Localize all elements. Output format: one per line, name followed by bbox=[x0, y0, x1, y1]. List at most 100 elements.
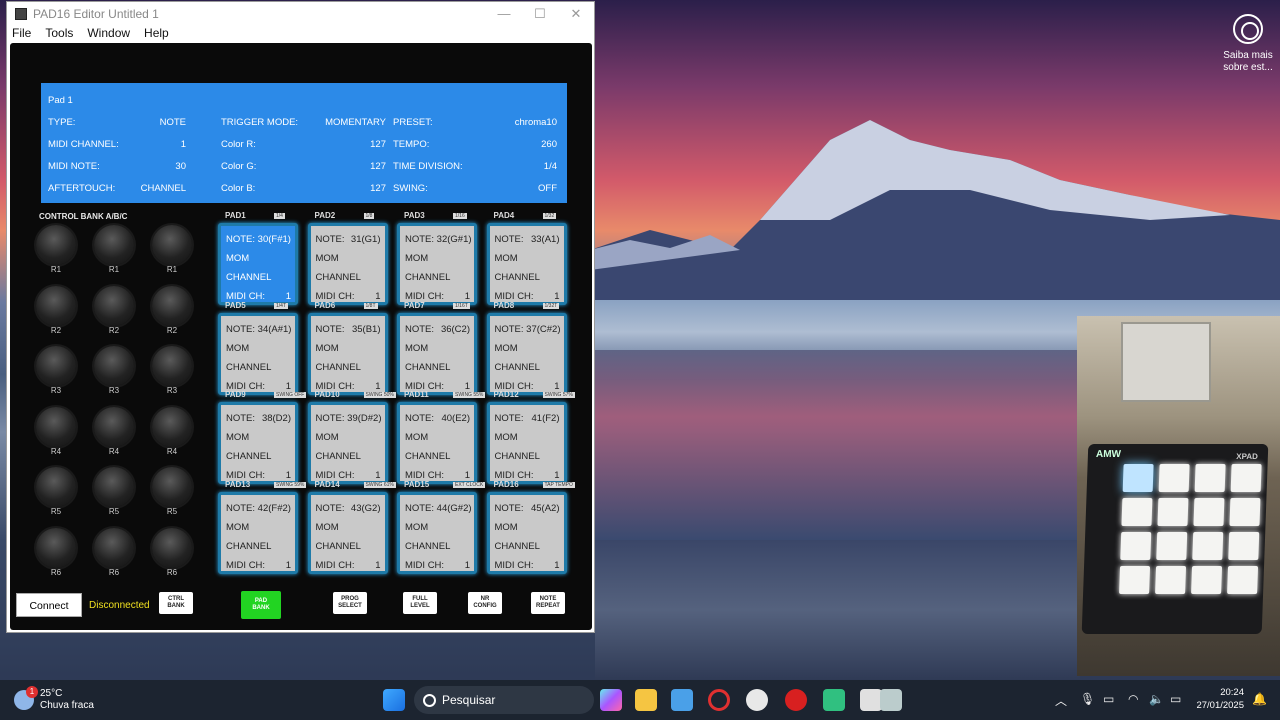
pad-7[interactable]: NOTE: 36(C2) MOM CHANNEL MIDI CH: 1 bbox=[397, 312, 477, 395]
knob-r3[interactable] bbox=[94, 346, 134, 386]
menu-tools[interactable]: Tools bbox=[45, 26, 73, 44]
info-value: chroma10 bbox=[514, 117, 557, 128]
pad-2[interactable]: NOTE: 31(G1) MOM CHANNEL MIDI CH: 1 bbox=[307, 223, 388, 305]
opera-icon[interactable] bbox=[708, 689, 730, 711]
button-ctrl-bank[interactable]: CTRL BANK bbox=[159, 592, 193, 614]
pad-label: PAD2 bbox=[314, 211, 336, 220]
info-key: AFTERTOUCH: bbox=[48, 183, 116, 194]
weather-badge: 1 bbox=[26, 686, 38, 698]
minimize-button[interactable]: — bbox=[486, 6, 522, 22]
calculator-icon[interactable] bbox=[880, 689, 902, 711]
knob-label: R6 bbox=[50, 567, 62, 577]
knob-r1[interactable] bbox=[36, 225, 76, 265]
knob-r1[interactable] bbox=[152, 225, 192, 265]
menu-help[interactable]: Help bbox=[144, 26, 169, 44]
maximize-button[interactable]: ☐ bbox=[522, 6, 558, 22]
notification-bell-icon[interactable]: 🔔 bbox=[1252, 692, 1267, 706]
knob-r4[interactable] bbox=[94, 406, 134, 447]
pad-12[interactable]: NOTE: 41(F2) MOM CHANNEL MIDI CH: 1 bbox=[486, 402, 567, 484]
chevron-up-icon[interactable]: ︿ bbox=[1055, 692, 1067, 709]
pad16-editor-taskbar-icon[interactable] bbox=[860, 689, 882, 711]
pad-midi-ch: MIDI CH: bbox=[315, 559, 355, 571]
knob-r4[interactable] bbox=[36, 406, 76, 447]
pad-15[interactable]: NOTE: 44(G#2) MOM CHANNEL MIDI CH: 1 bbox=[397, 491, 477, 574]
info-key: PRESET: bbox=[393, 117, 433, 128]
pad-5[interactable]: NOTE: 34(A#1) MOM CHANNEL MIDI CH: 1 bbox=[218, 312, 298, 395]
knob-r4[interactable] bbox=[152, 406, 192, 447]
info-value: 127 bbox=[370, 161, 386, 172]
pad-midi-ch-value: 1 bbox=[554, 380, 560, 392]
pad-16[interactable]: NOTE: 45(A2) MOM CHANNEL MIDI CH: 1 bbox=[486, 491, 567, 574]
pad-1[interactable]: NOTE: 30(F#1) MOM CHANNEL MIDI CH: 1 bbox=[218, 223, 298, 305]
battery-icon[interactable]: ▭ bbox=[1170, 692, 1181, 706]
knob-label: R2 bbox=[166, 325, 178, 335]
button-pad-bank[interactable]: PAD BANK bbox=[241, 591, 281, 619]
desktop-widget[interactable]: Saiba mais sobre est... bbox=[1220, 10, 1276, 74]
info-value: 127 bbox=[370, 139, 386, 150]
knob-r5[interactable] bbox=[94, 467, 134, 507]
pad-4[interactable]: NOTE: 33(A1) MOM CHANNEL MIDI CH: 1 bbox=[486, 223, 567, 305]
knob-r2[interactable] bbox=[152, 285, 192, 326]
clock[interactable]: 20:24 27/01/2025 bbox=[1196, 686, 1244, 712]
pad-10[interactable]: NOTE: 39(D#2) MOM CHANNEL MIDI CH: 1 bbox=[307, 402, 388, 484]
pad-11[interactable]: NOTE: 40(E2) MOM CHANNEL MIDI CH: 1 bbox=[397, 402, 477, 484]
knob-r3[interactable] bbox=[36, 346, 76, 386]
pad-mode: MOM bbox=[405, 342, 429, 354]
app-icon-red[interactable] bbox=[785, 689, 807, 711]
pad-aftertouch: CHANNEL bbox=[315, 272, 361, 283]
pad-midi-ch-value: 1 bbox=[554, 470, 560, 481]
knob-r2[interactable] bbox=[36, 285, 76, 326]
app-icon-green[interactable] bbox=[823, 689, 845, 711]
wifi-icon[interactable]: ◠ bbox=[1128, 692, 1138, 706]
file-explorer-icon[interactable] bbox=[635, 689, 657, 711]
pad-3[interactable]: NOTE: 32(G#1) MOM CHANNEL MIDI CH: 1 bbox=[397, 223, 477, 305]
pad-9[interactable]: NOTE: 38(D2) MOM CHANNEL MIDI CH: 1 bbox=[218, 402, 298, 484]
copilot-icon[interactable] bbox=[600, 689, 622, 711]
webcam-pad bbox=[1157, 498, 1189, 526]
info-key: Color G: bbox=[221, 161, 257, 172]
knob-r3[interactable] bbox=[152, 346, 192, 386]
pad-tag: 1/16T bbox=[453, 302, 470, 309]
button-prog-select[interactable]: PROG SELECT bbox=[333, 592, 367, 614]
display-icon[interactable]: ▭ bbox=[1103, 692, 1114, 706]
close-button[interactable]: ✕ bbox=[558, 6, 594, 22]
knob-r2[interactable] bbox=[94, 285, 134, 326]
pad-aftertouch: CHANNEL bbox=[226, 540, 272, 552]
control-bank-title: CONTROL BANK A/B/C bbox=[39, 212, 128, 221]
pad-6[interactable]: NOTE: 35(B1) MOM CHANNEL MIDI CH: 1 bbox=[307, 312, 388, 395]
knob-r1[interactable] bbox=[94, 225, 134, 265]
button-line-1: PAD bbox=[254, 598, 268, 604]
connect-button[interactable]: Connect bbox=[16, 593, 82, 617]
pad-midi-ch-value: 1 bbox=[285, 559, 291, 571]
knob-r6[interactable] bbox=[36, 527, 76, 568]
pad-mode: MOM bbox=[226, 253, 250, 264]
knob-r5[interactable] bbox=[152, 467, 192, 507]
button-note-repeat[interactable]: NOTE REPEAT bbox=[531, 592, 565, 614]
pad-13[interactable]: NOTE: 42(F#2) MOM CHANNEL MIDI CH: 1 bbox=[218, 491, 298, 574]
knob-r6[interactable] bbox=[152, 527, 192, 568]
pad-mode: MOM bbox=[494, 432, 518, 443]
pad-tag: SWING 57% bbox=[542, 392, 575, 398]
store-icon[interactable] bbox=[671, 689, 693, 711]
weather-widget[interactable]: 25°C Chuva fraca 1 bbox=[14, 686, 94, 712]
pad-note: NOTE: bbox=[494, 413, 524, 424]
knob-r5[interactable] bbox=[36, 467, 76, 507]
pad-14[interactable]: NOTE: 43(G2) MOM CHANNEL MIDI CH: 1 bbox=[307, 491, 388, 574]
webcam-pad bbox=[1191, 566, 1223, 594]
button-nr-config[interactable]: NR CONFIG bbox=[468, 592, 502, 614]
menu-file[interactable]: File bbox=[12, 26, 31, 44]
app-icon-round[interactable] bbox=[746, 689, 768, 711]
search-box[interactable]: Pesquisar bbox=[414, 686, 594, 714]
pad-label: PAD10 bbox=[314, 390, 340, 399]
button-full-level[interactable]: FULL LEVEL bbox=[403, 592, 437, 614]
menu-window[interactable]: Window bbox=[87, 26, 130, 44]
volume-icon[interactable]: 🔈 bbox=[1149, 692, 1164, 706]
title-bar[interactable]: PAD16 Editor Untitled 1 — ☐ ✕ bbox=[7, 2, 594, 26]
microphone-icon[interactable]: 🎙 bbox=[1080, 692, 1095, 706]
pad-8[interactable]: NOTE: 37(C#2) MOM CHANNEL MIDI CH: 1 bbox=[486, 312, 567, 395]
windows-start-icon[interactable] bbox=[383, 689, 405, 711]
info-key: TRIGGER MODE: bbox=[221, 117, 299, 128]
pad-label: PAD13 bbox=[225, 479, 251, 489]
knob-r6[interactable] bbox=[94, 527, 134, 568]
info-key: TIME DIVISION: bbox=[393, 161, 463, 172]
